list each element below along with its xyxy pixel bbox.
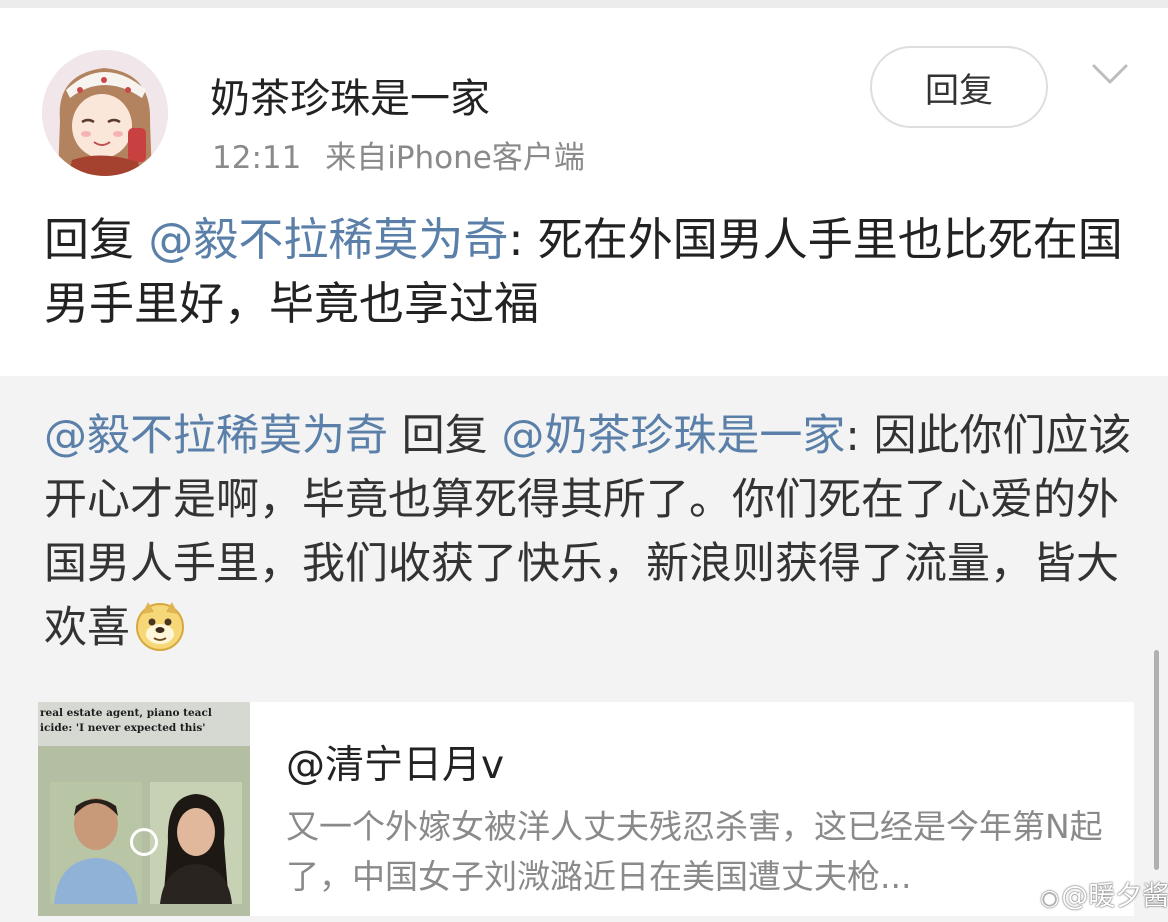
scrollbar[interactable] (1154, 650, 1159, 870)
weibo-icon: ◉ (1040, 886, 1060, 911)
post-source-suffix: 客户端 (491, 140, 585, 176)
watermark: ◉@暖夕酱 (1040, 874, 1168, 913)
link-card[interactable]: real estate agent, piano teacl icide: 'I… (38, 702, 1134, 916)
post-time: 12:11 (212, 140, 302, 176)
card-description: 又一个外嫁女被洋人丈夫残忍杀害，这已经是今年第N起了，中国女子刘溦潞近日在美国遭… (286, 807, 1103, 896)
thumbnail-caption: real estate agent, piano teacl icide: 'I… (38, 706, 250, 736)
post-meta: 12:11 来自iPhone客户端 (212, 132, 585, 177)
thumbnail-photo-woman (150, 782, 242, 904)
mention-link[interactable]: @毅不拉稀莫为奇 (148, 213, 508, 266)
quote-reply-word: 回复 (388, 411, 502, 461)
card-thumbnail[interactable]: real estate agent, piano teacl icide: 'I… (38, 702, 250, 916)
reply-prefix: 回复 (44, 213, 135, 266)
doge-emoji-icon (134, 600, 186, 670)
play-icon (130, 828, 158, 856)
post-source-label: 来自 (325, 140, 388, 176)
thumbnail-caption-line-2: icide: 'I never expected this' (40, 722, 206, 734)
thumbnail-photo-man (50, 782, 142, 904)
username[interactable]: 奶茶珍珠是一家 (210, 66, 490, 124)
card-title[interactable]: @清宁日月v (286, 734, 504, 790)
post-source-app: iPhone (387, 140, 492, 176)
quoted-comment-text: @毅不拉稀莫为奇 回复 @奶茶珍珠是一家: 因此你们应该开心才是啊，毕竟也算死得… (44, 404, 1134, 670)
post-content: 回复 @毅不拉稀莫为奇: 死在外国男人手里也比死在国男手里好，毕竟也享过福 (44, 208, 1134, 336)
avatar[interactable] (42, 50, 168, 176)
thumbnail-caption-line-1: real estate agent, piano teacl (40, 707, 212, 719)
chevron-down-icon[interactable] (1090, 62, 1130, 92)
quote-mention-author[interactable]: @毅不拉稀莫为奇 (44, 411, 388, 461)
reply-button[interactable]: 回复 (870, 46, 1048, 128)
quote-mention-target[interactable]: @奶茶珍珠是一家 (501, 411, 845, 461)
watermark-text: @暖夕酱 (1061, 881, 1168, 912)
top-strip (0, 0, 1168, 8)
